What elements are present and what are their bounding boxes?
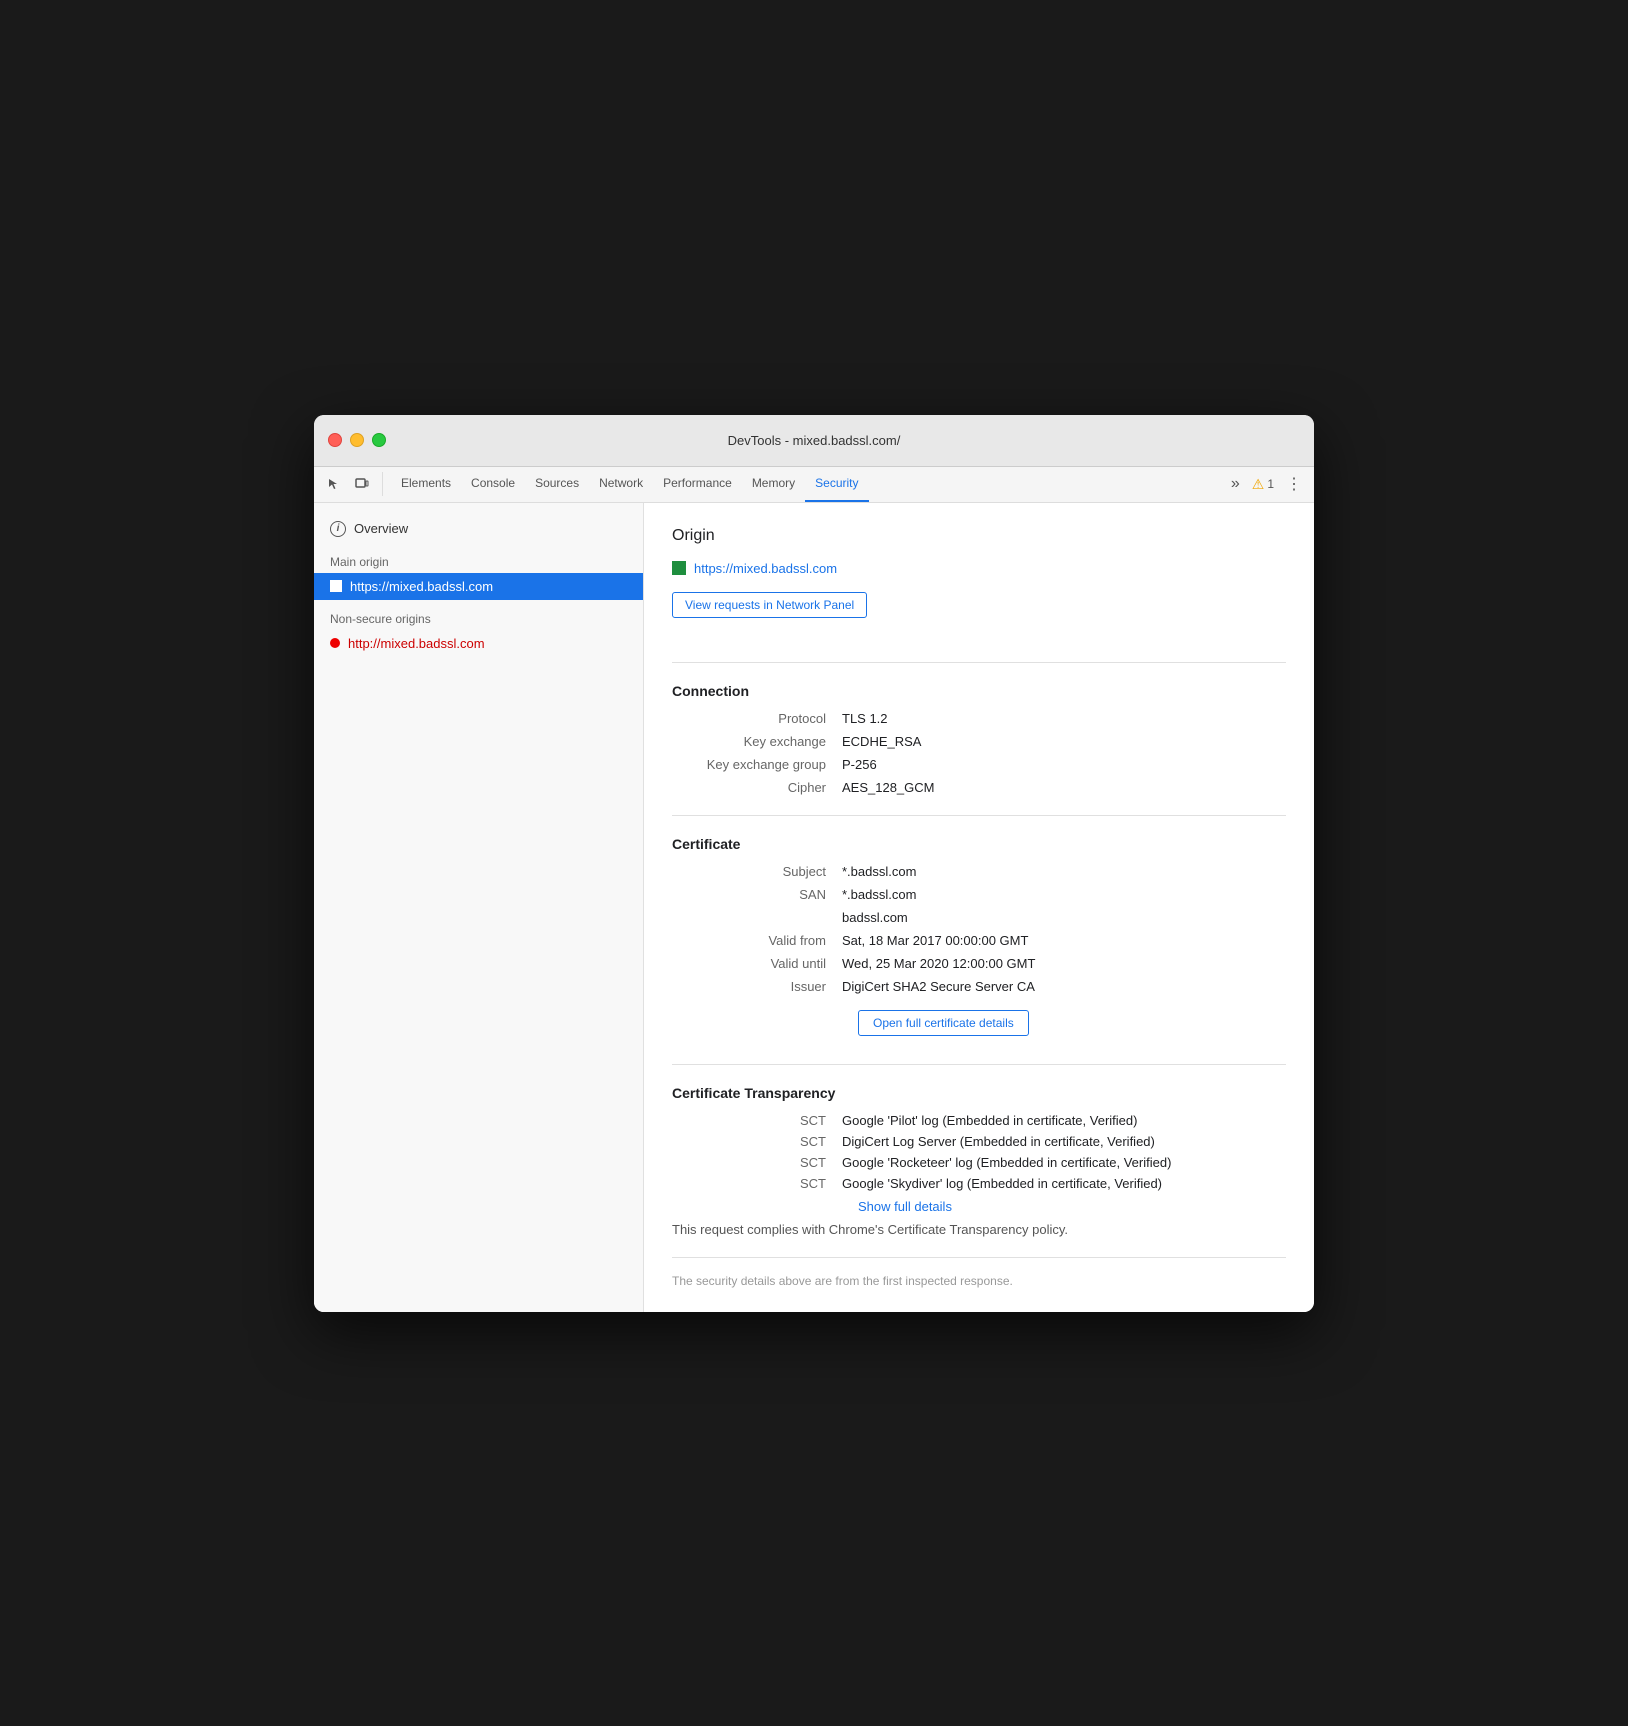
sct-label-4: SCT [672, 1176, 842, 1191]
valid-from-value: Sat, 18 Mar 2017 00:00:00 GMT [842, 933, 1028, 948]
sct-label-1: SCT [672, 1113, 842, 1128]
tab-security[interactable]: Security [805, 467, 868, 502]
sct-row-3: SCT Google 'Rocketeer' log (Embedded in … [672, 1155, 1286, 1170]
sct-row-4: SCT Google 'Skydiver' log (Embedded in c… [672, 1176, 1286, 1191]
san-value-1: *.badssl.com [842, 887, 916, 902]
valid-until-label: Valid until [672, 956, 842, 971]
non-secure-url: http://mixed.badssl.com [348, 636, 485, 651]
divider-transparency [672, 1064, 1286, 1065]
toolbar-right: » ⚠ 1 ⋮ [1227, 472, 1306, 496]
protocol-row: Protocol TLS 1.2 [672, 711, 1286, 726]
valid-from-row: Valid from Sat, 18 Mar 2017 00:00:00 GMT [672, 933, 1286, 948]
device-icon[interactable] [350, 472, 374, 496]
protocol-label: Protocol [672, 711, 842, 726]
issuer-row: Issuer DigiCert SHA2 Secure Server CA [672, 979, 1286, 994]
non-secure-origins-label: Non-secure origins [314, 600, 643, 630]
sct-label-2: SCT [672, 1134, 842, 1149]
origin-url-link[interactable]: https://mixed.badssl.com [694, 561, 837, 576]
open-certificate-button[interactable]: Open full certificate details [858, 1010, 1029, 1036]
sct-value-1: Google 'Pilot' log (Embedded in certific… [842, 1113, 1137, 1128]
transparency-section: Certificate Transparency SCT Google 'Pil… [672, 1085, 1286, 1237]
subject-row: Subject *.badssl.com [672, 864, 1286, 879]
kebab-menu-button[interactable]: ⋮ [1282, 472, 1306, 496]
connection-section: Connection Protocol TLS 1.2 Key exchange… [672, 683, 1286, 795]
protocol-value: TLS 1.2 [842, 711, 888, 726]
certificate-title: Certificate [672, 836, 1286, 852]
warning-icon: ⚠ [1252, 476, 1265, 493]
warning-count: 1 [1267, 477, 1274, 491]
san-label-empty [672, 910, 842, 925]
titlebar: DevTools - mixed.badssl.com/ [314, 415, 1314, 467]
info-icon: i [330, 521, 346, 537]
san-row-2: badssl.com [672, 910, 1286, 925]
toolbar-icons [322, 472, 383, 496]
san-value-2: badssl.com [842, 910, 908, 925]
more-tabs-button[interactable]: » [1227, 473, 1244, 495]
cipher-value: AES_128_GCM [842, 780, 935, 795]
origin-title: Origin [672, 527, 1286, 545]
origin-url-row: https://mixed.badssl.com [672, 561, 1286, 576]
tab-memory[interactable]: Memory [742, 467, 805, 502]
show-full-details-link[interactable]: Show full details [858, 1199, 1286, 1214]
sidebar-item-main-origin[interactable]: https://mixed.badssl.com [314, 573, 643, 600]
valid-until-row: Valid until Wed, 25 Mar 2020 12:00:00 GM… [672, 956, 1286, 971]
connection-title: Connection [672, 683, 1286, 699]
transparency-title: Certificate Transparency [672, 1085, 1286, 1101]
divider-connection [672, 662, 1286, 663]
main-content: i Overview Main origin https://mixed.bad… [314, 503, 1314, 1312]
key-exchange-group-label: Key exchange group [672, 757, 842, 772]
valid-until-value: Wed, 25 Mar 2020 12:00:00 GMT [842, 956, 1035, 971]
key-exchange-group-value: P-256 [842, 757, 877, 772]
devtools-window: DevTools - mixed.badssl.com/ Elements Co… [314, 415, 1314, 1312]
key-exchange-group-row: Key exchange group P-256 [672, 757, 1286, 772]
secure-icon [330, 580, 342, 592]
sct-value-3: Google 'Rocketeer' log (Embedded in cert… [842, 1155, 1171, 1170]
san-row-1: SAN *.badssl.com [672, 887, 1286, 902]
sct-value-4: Google 'Skydiver' log (Embedded in certi… [842, 1176, 1162, 1191]
sct-row-1: SCT Google 'Pilot' log (Embedded in cert… [672, 1113, 1286, 1128]
minimize-button[interactable] [350, 433, 364, 447]
toolbar: Elements Console Sources Network Perform… [314, 467, 1314, 503]
key-exchange-row: Key exchange ECDHE_RSA [672, 734, 1286, 749]
certificate-section: Certificate Subject *.badssl.com SAN *.b… [672, 836, 1286, 1044]
tab-elements[interactable]: Elements [391, 467, 461, 502]
sidebar-item-non-secure[interactable]: http://mixed.badssl.com [314, 630, 643, 657]
cipher-label: Cipher [672, 780, 842, 795]
close-button[interactable] [328, 433, 342, 447]
sct-row-2: SCT DigiCert Log Server (Embedded in cer… [672, 1134, 1286, 1149]
traffic-lights [328, 433, 386, 447]
view-requests-button[interactable]: View requests in Network Panel [672, 592, 867, 618]
tab-network[interactable]: Network [589, 467, 653, 502]
key-exchange-value: ECDHE_RSA [842, 734, 921, 749]
subject-label: Subject [672, 864, 842, 879]
tab-console[interactable]: Console [461, 467, 525, 502]
issuer-value: DigiCert SHA2 Secure Server CA [842, 979, 1035, 994]
window-title: DevTools - mixed.badssl.com/ [728, 433, 901, 448]
green-square-icon [672, 561, 686, 575]
fullscreen-button[interactable] [372, 433, 386, 447]
valid-from-label: Valid from [672, 933, 842, 948]
warning-badge[interactable]: ⚠ 1 [1252, 476, 1274, 493]
subject-value: *.badssl.com [842, 864, 916, 879]
insecure-icon [330, 638, 340, 648]
divider-certificate [672, 815, 1286, 816]
main-origin-label: Main origin [314, 543, 643, 573]
tab-list: Elements Console Sources Network Perform… [391, 467, 1227, 502]
sct-label-3: SCT [672, 1155, 842, 1170]
issuer-label: Issuer [672, 979, 842, 994]
sidebar: i Overview Main origin https://mixed.bad… [314, 503, 644, 1312]
cipher-row: Cipher AES_128_GCM [672, 780, 1286, 795]
key-exchange-label: Key exchange [672, 734, 842, 749]
detail-panel: Origin https://mixed.badssl.com View req… [644, 503, 1314, 1312]
tab-performance[interactable]: Performance [653, 467, 742, 502]
compliance-text: This request complies with Chrome's Cert… [672, 1222, 1286, 1237]
main-origin-url: https://mixed.badssl.com [350, 579, 493, 594]
overview-label: Overview [354, 521, 408, 536]
san-label: SAN [672, 887, 842, 902]
sidebar-overview[interactable]: i Overview [314, 515, 643, 543]
sct-value-2: DigiCert Log Server (Embedded in certifi… [842, 1134, 1155, 1149]
tab-sources[interactable]: Sources [525, 467, 589, 502]
footer-note: The security details above are from the … [672, 1257, 1286, 1288]
cursor-icon[interactable] [322, 472, 346, 496]
